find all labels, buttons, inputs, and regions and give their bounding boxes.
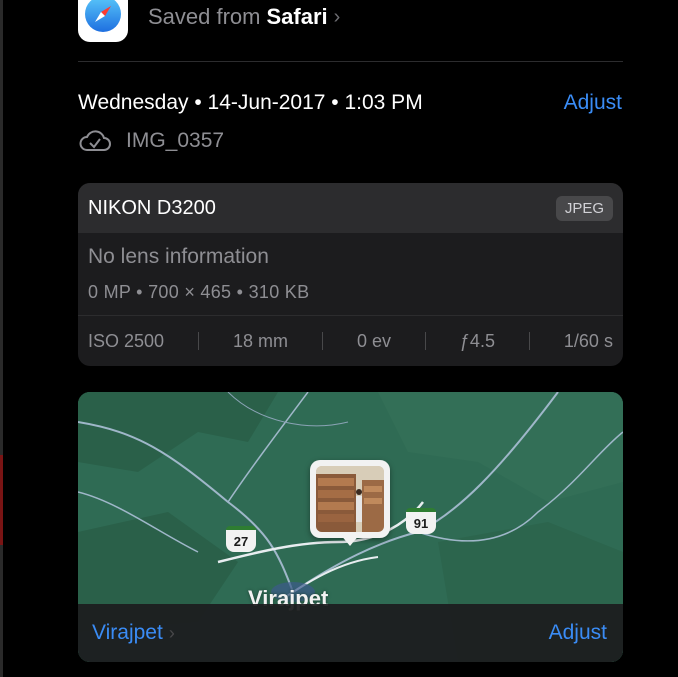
photo-thumbnail [316, 466, 384, 532]
settings-separator [198, 332, 200, 350]
screen-edge-accent [0, 455, 3, 545]
exif-header: NIKON D3200 JPEG [78, 183, 623, 233]
map-footer: Virajpet › Adjust [78, 604, 623, 662]
saved-from-row[interactable]: Saved from Safari › [148, 4, 340, 30]
location-map[interactable]: 27 91 Virajpet Virajpet › Adjust [78, 392, 623, 662]
location-link[interactable]: Virajpet › [92, 621, 175, 645]
route-shield-91: 91 [406, 508, 436, 534]
capture-datetime: Wednesday • 14-Jun-2017 • 1:03 PM [78, 91, 423, 114]
exposure-bias-value: 0 ev [356, 330, 391, 351]
settings-separator [424, 332, 426, 350]
photo-location-pin[interactable] [310, 460, 390, 546]
file-name-row: IMG_0357 [78, 129, 224, 153]
adjust-datetime-button[interactable]: Adjust [564, 91, 622, 115]
safari-app-icon[interactable] [78, 0, 128, 42]
bookshelf-photo-image [316, 466, 384, 532]
adjust-location-button[interactable]: Adjust [549, 621, 607, 645]
saved-from-app: Safari [266, 4, 328, 29]
settings-separator [528, 332, 530, 350]
icloud-check-icon [79, 130, 111, 151]
format-badge: JPEG [555, 195, 613, 221]
safari-compass-icon [85, 0, 121, 32]
shutter-speed-value: 1/60 s [563, 330, 613, 351]
exif-card: NIKON D3200 JPEG No lens information 0 M… [78, 183, 623, 366]
lens-info: No lens information [88, 245, 269, 268]
file-name: IMG_0357 [126, 129, 225, 152]
chevron-right-icon: › [333, 5, 341, 28]
aperture-value: ƒ4.5 [459, 330, 495, 351]
focal-length-value: 18 mm [233, 330, 289, 351]
settings-separator [321, 332, 323, 350]
exposure-settings: ISO 2500 18 mm 0 ev ƒ4.5 1/60 s [78, 316, 623, 366]
pin-pointer [340, 534, 360, 546]
screen-edge [0, 0, 3, 677]
saved-from-prefix: Saved from [148, 4, 261, 29]
iso-value: ISO 2500 [88, 330, 165, 351]
location-name: Virajpet [92, 621, 163, 644]
chevron-right-icon: › [168, 622, 175, 643]
image-specs: 0 MP • 700 × 465 • 310 KB [88, 282, 310, 302]
section-divider [78, 61, 623, 62]
route-shield-27: 27 [226, 526, 256, 552]
camera-model: NIKON D3200 [88, 196, 216, 219]
